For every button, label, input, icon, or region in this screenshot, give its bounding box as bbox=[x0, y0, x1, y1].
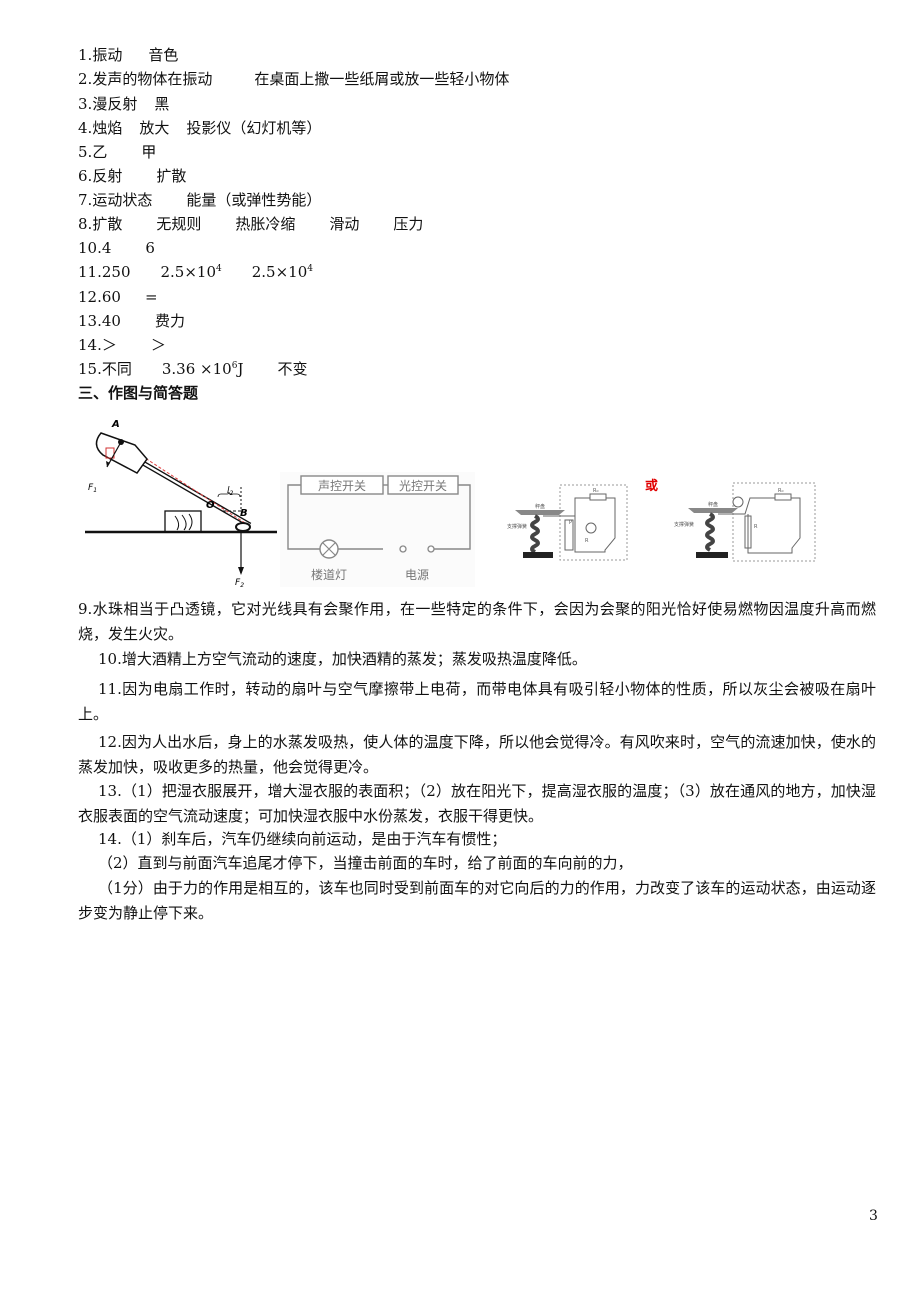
svg-text:声控开关: 声控开关 bbox=[318, 479, 366, 493]
lever-diagram: A O B F1 F2 l2 bbox=[85, 419, 277, 587]
answer-paragraph-9: 9.水珠相当于凸透镜，它对光线具有会聚作用，在一些特定的条件下，会因为会聚的阳光… bbox=[78, 600, 876, 643]
svg-text:光控开关: 光控开关 bbox=[399, 479, 447, 493]
or-label: 或 bbox=[645, 479, 659, 494]
answer-paragraph-13: 13.（1）把湿衣服展开，增大湿衣服的表面积；（2）放在阳光下，提高湿衣服的温度… bbox=[78, 782, 876, 825]
screwdriver-handle bbox=[95, 432, 148, 474]
circuit-diagram: 声控开关 光控开关 楼道灯 电源 bbox=[280, 472, 475, 587]
scale-diagram-2: 秤盘 支撑弹簧 R₀ R bbox=[674, 482, 816, 562]
answer-8: 8.扩散 无规则 热胀冷缩 滑动 压力 bbox=[78, 215, 424, 233]
answer-5: 5.乙甲 bbox=[78, 143, 157, 161]
svg-text:R₀: R₀ bbox=[593, 488, 598, 494]
answer-13: 13.40 费力 bbox=[78, 312, 185, 330]
power-terminal bbox=[427, 545, 435, 553]
svg-text:电源: 电源 bbox=[405, 568, 429, 582]
answer-4: 4.烛焰 放大 投影仪（幻灯机等） bbox=[78, 119, 322, 137]
answer-1: 1.振动 音色 bbox=[78, 46, 179, 64]
answer-12: 12.60 = bbox=[78, 288, 158, 306]
answer-paragraph-12: 12.因为人出水后，身上的水蒸发吸热，使人体的温度下降，所以他会觉得冷。有风吹来… bbox=[78, 733, 876, 776]
svg-text:楼道灯: 楼道灯 bbox=[311, 567, 347, 582]
label-f2: F2 bbox=[235, 578, 244, 587]
answer-paragraph-14-1: 14.（1）刹车后，汽车仍继续向前运动，是由于汽车有惯性； bbox=[98, 830, 507, 848]
svg-text:秤盘: 秤盘 bbox=[708, 501, 718, 508]
label-l2: l2 bbox=[227, 486, 234, 497]
answer-7: 7.运动状态 能量（或弹性势能） bbox=[78, 191, 322, 209]
section-heading: 三、作图与简答题 bbox=[78, 384, 199, 402]
power-terminal bbox=[399, 545, 407, 553]
label-o: O bbox=[206, 500, 215, 511]
answer-paragraph-11: 11.因为电扇工作时，转动的扇叶与空气摩擦带上电荷，而带电体具有吸引轻小物体的性… bbox=[78, 680, 876, 723]
answer-3: 3.漫反射黑 bbox=[78, 95, 170, 113]
answer-11: 11.250 2.5×104 2.5×104 bbox=[78, 263, 313, 281]
answer-2: 2.发声的物体在振动 在桌面上撒一些纸屑或放一些轻小物体 bbox=[78, 70, 510, 88]
svg-text:P: P bbox=[569, 520, 572, 526]
svg-text:支撑弹簧: 支撑弹簧 bbox=[507, 523, 527, 530]
answer-6: 6.反射 扩散 bbox=[78, 167, 187, 185]
svg-text:R: R bbox=[585, 538, 589, 544]
svg-text:秤盘: 秤盘 bbox=[535, 503, 545, 510]
label-b: B bbox=[240, 508, 248, 519]
support-block bbox=[164, 510, 202, 533]
label-a: A bbox=[111, 419, 120, 430]
answer-15: 15.不同 3.36 ×106J 不变 bbox=[78, 360, 308, 378]
answer-paragraph-14-2: （2）直到与前面汽车追尾才停下，当撞击前面的车时，给了前面的车向前的力， bbox=[98, 854, 633, 872]
svg-text:支撑弹簧: 支撑弹簧 bbox=[674, 521, 694, 528]
answer-paragraph-14-3: （1分）由于力的作用是相互的，该车也同时受到前面车的对它向后的力的作用，力改变了… bbox=[78, 879, 876, 922]
svg-text:R: R bbox=[754, 524, 758, 530]
page-number: 3 bbox=[869, 1208, 878, 1224]
answer-paragraph-10: 10.增大酒精上方空气流动的速度，加快酒精的蒸发；蒸发吸热温度降低。 bbox=[98, 650, 587, 668]
svg-text:R₀: R₀ bbox=[778, 488, 783, 494]
scale-diagram-1: 秤盘 支撑弹簧 R₀ P R bbox=[507, 484, 628, 561]
answer-10: 10.4 6 bbox=[78, 239, 155, 257]
label-f1: F1 bbox=[88, 483, 97, 494]
answer-14: 14.＞＞ bbox=[78, 336, 166, 354]
